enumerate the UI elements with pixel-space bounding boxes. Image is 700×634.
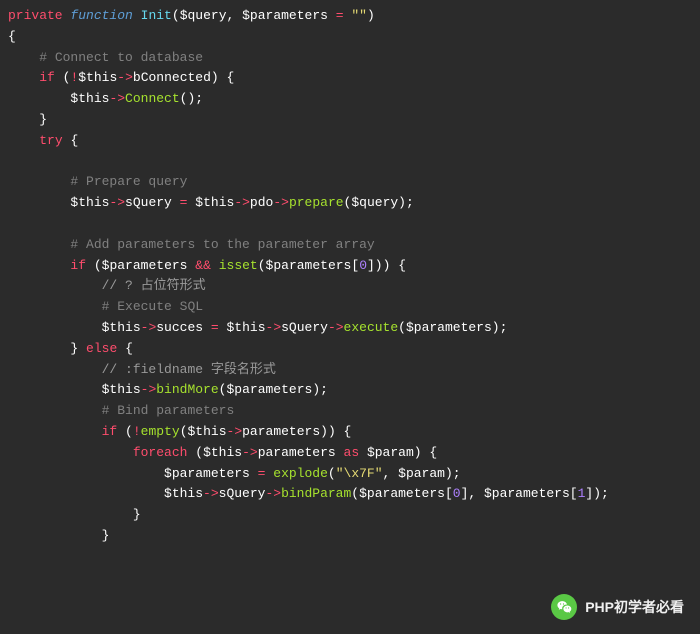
var-parameters: $parameters [242, 8, 328, 23]
kw-else: else [86, 341, 117, 356]
var-this: $this [195, 195, 234, 210]
code-block: private function Init($query, $parameter… [0, 0, 700, 553]
fn-bindparam: bindParam [281, 486, 351, 501]
var-this: $this [102, 382, 141, 397]
prop-squery: sQuery [281, 320, 328, 335]
comment-placeholder: // ? 占位符形式 [102, 278, 206, 293]
kw-if: if [70, 258, 86, 273]
var-this: $this [78, 70, 117, 85]
fn-isset: isset [219, 258, 258, 273]
var-parameters: $parameters [102, 258, 188, 273]
fn-explode: explode [273, 466, 328, 481]
comment-bindparams: # Bind parameters [102, 403, 235, 418]
comment-execsql: # Execute SQL [102, 299, 203, 314]
comment-connect: # Connect to database [39, 50, 203, 65]
str-x7f: "\x7F" [336, 466, 383, 481]
var-parameters: $parameters [164, 466, 250, 481]
kw-function: function [70, 8, 132, 23]
str-empty: "" [351, 8, 367, 23]
var-this: $this [102, 320, 141, 335]
fn-connect: Connect [125, 91, 180, 106]
prop-parameters: parameters [258, 445, 336, 460]
var-query: $query [180, 8, 227, 23]
prop-parameters: parameters [242, 424, 320, 439]
var-param: $param [367, 445, 414, 460]
kw-as: as [344, 445, 360, 460]
fn-bindmore: bindMore [156, 382, 218, 397]
var-parameters: $parameters [359, 486, 445, 501]
comment-prepare: # Prepare query [70, 174, 187, 189]
var-parameters: $parameters [484, 486, 570, 501]
fn-init: Init [141, 8, 172, 23]
kw-try: try [39, 133, 62, 148]
fn-empty: empty [141, 424, 180, 439]
watermark-text: PHP初学者必看 [585, 596, 684, 618]
prop-bconnected: bConnected [133, 70, 211, 85]
comment-addparams: # Add parameters to the parameter array [70, 237, 374, 252]
watermark: PHP初学者必看 [551, 594, 684, 620]
num-zero: 0 [453, 486, 461, 501]
kw-if: if [39, 70, 55, 85]
kw-if: if [102, 424, 118, 439]
wechat-icon [551, 594, 577, 620]
comment-fieldname: // :fieldname 字段名形式 [102, 362, 276, 377]
prop-pdo: pdo [250, 195, 273, 210]
var-query: $query [351, 195, 398, 210]
var-parameters: $parameters [406, 320, 492, 335]
var-this: $this [203, 445, 242, 460]
prop-squery: sQuery [125, 195, 172, 210]
prop-squery: sQuery [219, 486, 266, 501]
var-this: $this [188, 424, 227, 439]
kw-private: private [8, 8, 63, 23]
var-param: $param [398, 466, 445, 481]
var-this: $this [227, 320, 266, 335]
var-this: $this [70, 195, 109, 210]
prop-succes: succes [156, 320, 203, 335]
fn-prepare: prepare [289, 195, 344, 210]
var-this: $this [164, 486, 203, 501]
kw-foreach: foreach [133, 445, 188, 460]
fn-execute: execute [344, 320, 399, 335]
var-parameters: $parameters [226, 382, 312, 397]
var-this: $this [70, 91, 109, 106]
num-zero: 0 [359, 258, 367, 273]
var-parameters: $parameters [266, 258, 352, 273]
